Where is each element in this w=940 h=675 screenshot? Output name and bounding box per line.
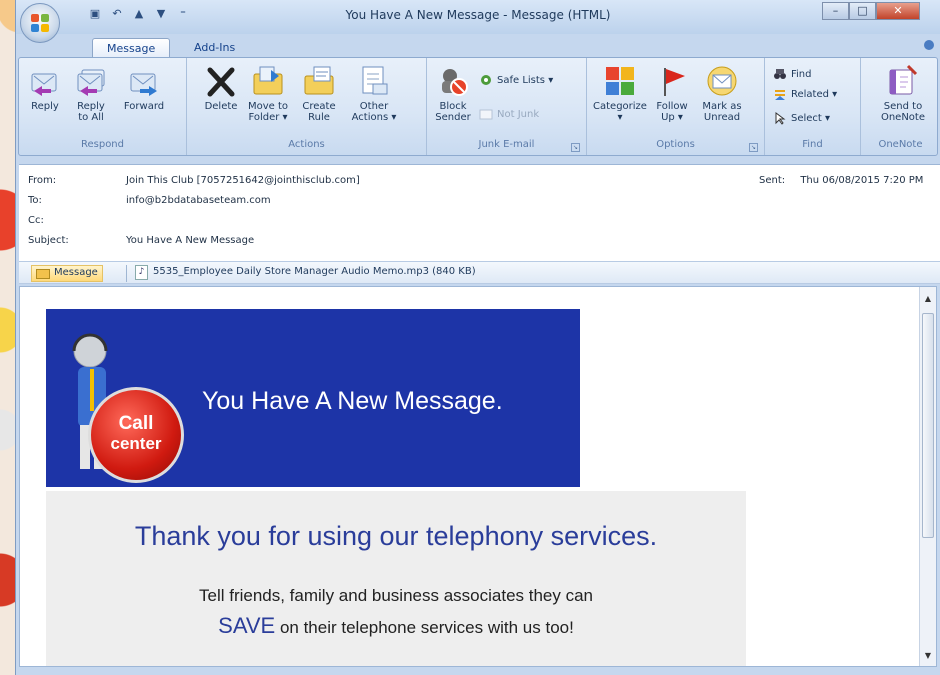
categorize-button[interactable]: Categorize ▾ xyxy=(591,64,649,123)
move-to-folder-icon xyxy=(251,64,285,98)
to-value[interactable]: info@b2bdatabaseteam.com xyxy=(126,195,271,206)
audio-file-icon: ♪ xyxy=(135,265,148,280)
reply-icon xyxy=(28,64,62,98)
office-button[interactable] xyxy=(20,3,60,43)
select-button[interactable]: Select ▾ xyxy=(773,110,830,126)
follow-up-flag-icon xyxy=(655,64,689,98)
call-center-badge: Call center xyxy=(88,387,184,483)
window-controls: – □ ✕ xyxy=(822,2,920,20)
other-actions-button[interactable]: Other Actions ▾ xyxy=(349,64,399,123)
envelope-icon xyxy=(36,269,50,279)
message-banner: Call center You Have A New Message. xyxy=(46,309,580,487)
group-label-junk-email: Junk E-mail xyxy=(478,139,535,150)
close-button[interactable]: ✕ xyxy=(876,2,920,20)
save-text: SAVE on their telephone services with us… xyxy=(218,613,574,638)
move-to-folder-button[interactable]: Move to Folder ▾ xyxy=(245,64,291,123)
attachment-bar: Message ♪ 5535_Employee Daily Store Mana… xyxy=(19,261,940,284)
sent-value: Thu 06/08/2015 7:20 PM xyxy=(800,175,924,186)
attachment-separator xyxy=(126,265,127,282)
maximize-button[interactable]: □ xyxy=(849,2,876,20)
tab-message[interactable]: Message xyxy=(92,38,171,57)
banner-heading: You Have A New Message. xyxy=(202,387,503,415)
tell-friends-text: Tell friends, family and business associ… xyxy=(198,586,594,605)
forward-icon xyxy=(127,64,161,98)
group-label-find: Find xyxy=(802,139,823,150)
group-respond: Reply Reply to All Forward Respond xyxy=(19,58,187,155)
create-rule-button[interactable]: Create Rule xyxy=(297,64,341,123)
onenote-icon xyxy=(886,64,920,98)
title-bar: ▣ ↶ ▲ ▼ ⁼ You Have A New Message - Messa… xyxy=(16,0,940,43)
message-header: From: Join This Club [7057251642@jointhi… xyxy=(19,164,940,261)
reply-button[interactable]: Reply xyxy=(25,64,65,112)
reply-all-icon xyxy=(74,64,108,98)
vertical-scrollbar[interactable]: ▲ ▼ xyxy=(919,287,936,666)
group-label-options: Options xyxy=(656,139,695,150)
ribbon-tabs: Message Add-Ins xyxy=(16,34,940,57)
forward-button[interactable]: Forward xyxy=(119,64,169,112)
office-logo-icon xyxy=(31,14,51,34)
scrollbar-thumb[interactable] xyxy=(922,313,934,538)
tab-add-ins[interactable]: Add-Ins xyxy=(180,38,249,57)
subject-value: You Have A New Message xyxy=(126,235,255,246)
find-button[interactable]: Find xyxy=(773,66,812,82)
not-junk-button[interactable]: Not Junk xyxy=(479,106,539,122)
mark-as-unread-button[interactable]: Mark as Unread xyxy=(699,64,745,123)
delete-icon xyxy=(204,64,238,98)
not-junk-icon xyxy=(479,107,493,121)
group-options: Categorize ▾ Follow Up ▾ Mark as Unread … xyxy=(587,58,765,155)
group-label-onenote: OneNote xyxy=(878,139,923,150)
other-actions-icon xyxy=(357,64,391,98)
categorize-icon xyxy=(603,64,637,98)
help-icon[interactable] xyxy=(924,40,934,50)
sent-row: Sent: Thu 06/08/2015 7:20 PM xyxy=(759,175,924,186)
block-sender-icon xyxy=(436,64,470,98)
group-label-respond: Respond xyxy=(80,139,124,150)
send-to-onenote-button[interactable]: Send to OneNote xyxy=(879,64,927,123)
create-rule-icon xyxy=(302,64,336,98)
thank-you-heading: Thank you for using our telephony servic… xyxy=(134,521,658,551)
group-junk-email: Block Sender Safe Lists ▾ Not Junk ↘ Jun… xyxy=(427,58,587,155)
promo-box: Thank you for using our telephony servic… xyxy=(46,491,746,666)
minimize-button[interactable]: – xyxy=(822,2,849,20)
group-onenote: Send to OneNote OneNote xyxy=(861,58,940,155)
delete-button[interactable]: Delete xyxy=(201,64,241,112)
binoculars-icon xyxy=(773,67,787,81)
block-sender-button[interactable]: Block Sender xyxy=(433,64,473,123)
mark-as-unread-icon xyxy=(705,64,739,98)
follow-up-button[interactable]: Follow Up ▾ xyxy=(651,64,693,123)
mp3-attachment[interactable]: ♪ 5535_Employee Daily Store Manager Audi… xyxy=(135,265,476,280)
group-label-actions: Actions xyxy=(288,139,325,150)
message-window: ▣ ↶ ▲ ▼ ⁼ You Have A New Message - Messa… xyxy=(15,0,940,675)
group-actions: Delete Move to Folder ▾ Create Rule Othe… xyxy=(187,58,427,155)
from-value[interactable]: Join This Club [7057251642@jointhisclub.… xyxy=(126,175,360,186)
group-find: Find Related ▾ Select ▾ Find xyxy=(765,58,861,155)
message-attachment-tab[interactable]: Message xyxy=(31,265,103,282)
safe-lists-icon xyxy=(479,73,493,87)
safe-lists-button[interactable]: Safe Lists ▾ xyxy=(479,72,553,88)
save-highlight: SAVE xyxy=(218,613,276,638)
related-icon xyxy=(773,87,787,101)
select-cursor-icon xyxy=(773,111,787,125)
message-body: Call center You Have A New Message. Than… xyxy=(19,286,937,667)
reply-all-button[interactable]: Reply to All xyxy=(71,64,111,123)
ribbon: Reply Reply to All Forward Respond Delet… xyxy=(18,57,938,156)
scroll-up-icon[interactable]: ▲ xyxy=(921,291,935,307)
window-title: You Have A New Message - Message (HTML) xyxy=(345,8,611,22)
related-button[interactable]: Related ▾ xyxy=(773,86,837,102)
scroll-down-icon[interactable]: ▼ xyxy=(921,648,935,664)
